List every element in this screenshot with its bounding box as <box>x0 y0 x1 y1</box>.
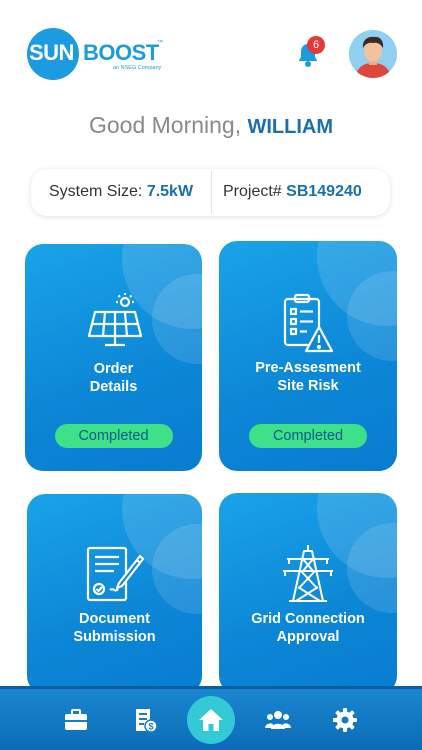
card-title: Order Details <box>25 360 202 396</box>
briefcase-icon[interactable] <box>63 707 89 733</box>
card-title-line-1: Grid Connection <box>251 611 365 627</box>
team-icon[interactable] <box>265 707 291 733</box>
system-size: System Size: 7.5kW <box>49 183 193 201</box>
document-sign-icon <box>86 546 145 602</box>
card-title-line-1: Pre-Assesment <box>255 360 361 376</box>
system-size-label: System Size: <box>49 183 143 200</box>
grid-connection-card[interactable]: Grid Connection Approval <box>219 493 397 694</box>
card-title: Grid Connection Approval <box>219 610 397 646</box>
logo-boost-text: BOOST <box>83 40 159 65</box>
invoice-icon[interactable]: $ <box>132 707 158 733</box>
logo-subtitle: an NSEG Company <box>113 65 162 71</box>
user-avatar[interactable] <box>349 30 397 78</box>
logo-trademark: ™ <box>157 40 163 46</box>
checklist-warning-icon <box>283 293 334 353</box>
order-details-card[interactable]: Order Details Completed <box>25 244 202 471</box>
card-title-line-2: Details <box>89 379 138 395</box>
settings-icon[interactable] <box>332 707 358 733</box>
card-title-line-2: Site Risk <box>277 378 339 394</box>
card-title-line-1: Order <box>93 361 134 377</box>
greeting-prefix: Good Morning, <box>88 112 242 138</box>
home-icon <box>199 709 223 731</box>
sunboost-logo: SUN BOOST ™ an NSEG Company <box>27 28 167 80</box>
system-size-value: 7.5kW <box>146 183 194 200</box>
logo-sun-text: SUN <box>29 40 74 65</box>
avatar-illustration-icon <box>349 30 397 78</box>
home-button[interactable] <box>187 696 235 744</box>
card-title-line-2: Approval <box>276 629 340 645</box>
pre-assessment-card[interactable]: Pre-Assesment Site Risk Completed <box>219 241 397 471</box>
notification-badge: 6 <box>307 36 325 54</box>
system-info-bar: System Size: 7.5kW Project# SB149240 <box>31 169 390 216</box>
card-title: Pre-Assesment Site Risk <box>219 359 397 395</box>
project-number: Project# SB149240 <box>223 183 362 201</box>
document-submission-card[interactable]: Document Submission <box>27 494 202 694</box>
card-title-line-2: Submission <box>73 629 156 645</box>
card-title: Document Submission <box>27 610 202 646</box>
svg-text:$: $ <box>148 722 153 732</box>
status-badge: Completed <box>54 424 173 448</box>
bottom-nav: $ <box>0 686 422 750</box>
status-badge: Completed <box>249 424 367 448</box>
greeting: Good Morning, WILLIAM <box>0 112 422 139</box>
info-divider <box>211 171 212 214</box>
app-header: SUN BOOST ™ an NSEG Company 6 <box>0 0 422 100</box>
power-tower-icon <box>283 545 333 602</box>
solar-panel-icon <box>87 293 143 347</box>
project-label: Project# <box>223 183 282 200</box>
card-title-line-1: Document <box>79 611 150 627</box>
user-name: WILLIAM <box>247 116 334 138</box>
project-value: SB149240 <box>286 183 362 200</box>
